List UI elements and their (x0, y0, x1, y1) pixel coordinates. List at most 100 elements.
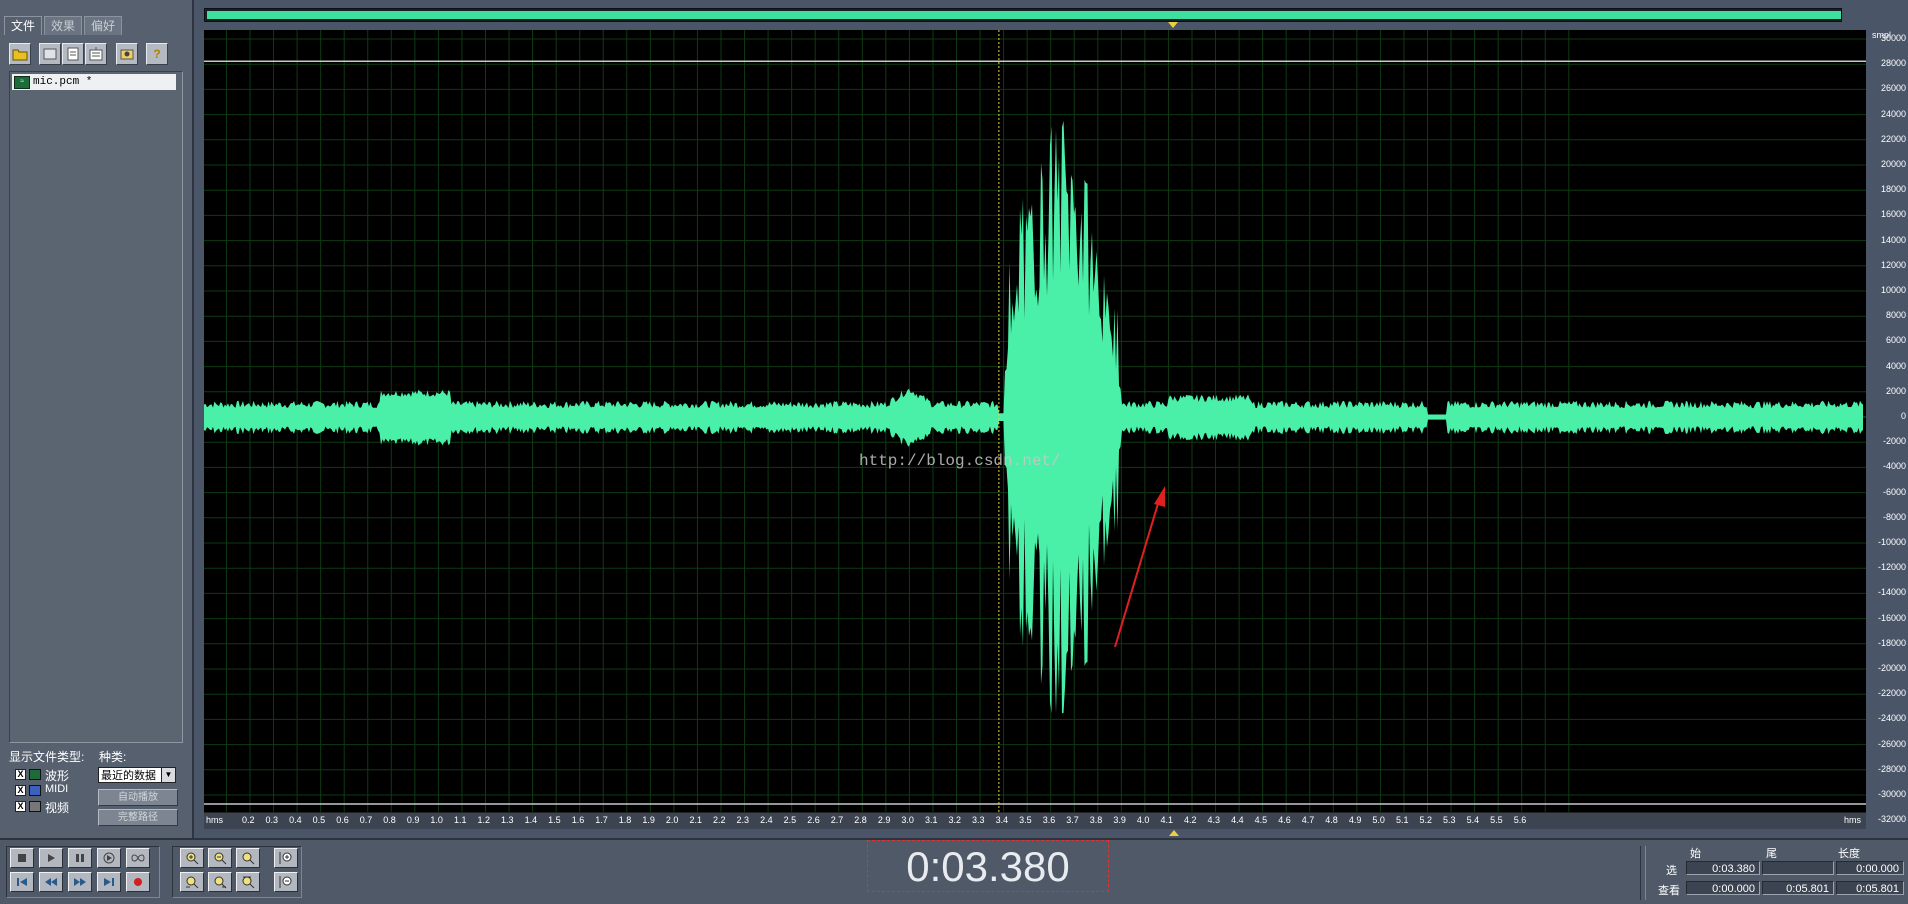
open-file-icon[interactable] (39, 43, 61, 65)
time-display: 0:03.380 (867, 840, 1109, 892)
auto-play-button[interactable]: 自动播放 (98, 789, 178, 806)
x-tick-label: 4.5 (1254, 815, 1268, 825)
zoom-in-icon[interactable] (180, 848, 204, 868)
rewind-icon[interactable] (39, 872, 63, 892)
go-end-icon[interactable] (97, 872, 121, 892)
help-icon[interactable]: ? (146, 43, 168, 65)
select-start-field[interactable]: 0:03.380 (1686, 861, 1760, 875)
file-panel: 文件 效果 偏好 ? ≈ mic.pcm * 显示文件类型: 种类: X 波形 … (0, 0, 194, 838)
midi-checkbox[interactable]: X (15, 785, 26, 796)
col-start-header: 始 (1690, 848, 1701, 860)
x-tick-label: 4.3 (1207, 815, 1221, 825)
x-tick-label: 3.4 (995, 815, 1009, 825)
category-select[interactable]: 最近的数据 ▼ (98, 767, 176, 783)
view-length-field[interactable]: 0:05.801 (1836, 881, 1904, 895)
y-tick-label: 2000 (1885, 385, 1906, 396)
select-length-field[interactable]: 0:00.000 (1836, 861, 1904, 875)
waveform-icon (29, 769, 41, 780)
record-icon[interactable] (126, 872, 150, 892)
zoom-out-right-icon[interactable] (208, 872, 232, 892)
y-tick-label: 20000 (1880, 159, 1906, 169)
tab-effects[interactable]: 效果 (44, 16, 83, 35)
x-tick-label: 2.8 (854, 815, 867, 825)
waveform-signal (204, 120, 1863, 714)
play-icon[interactable] (39, 848, 63, 868)
select-end-field[interactable] (1762, 861, 1834, 875)
x-tick-label: 3.5 (1019, 815, 1032, 825)
x-tick-label: 1.2 (477, 815, 491, 825)
zoom-in-vertical-icon[interactable] (274, 848, 298, 868)
cursor-top-marker[interactable] (1168, 22, 1178, 28)
insert-icon[interactable] (116, 43, 138, 65)
y-tick-label: -24000 (1877, 713, 1906, 724)
y-tick-label: 6000 (1885, 335, 1906, 346)
open-folder-icon[interactable] (9, 43, 31, 65)
play-to-end-icon[interactable] (97, 848, 121, 868)
list-item[interactable]: ≈ mic.pcm * (12, 74, 176, 90)
y-tick-label: 0 (1900, 411, 1906, 421)
overview-bar[interactable] (204, 8, 1842, 22)
zoom-full-icon[interactable] (236, 848, 260, 868)
x-tick-label: 2.2 (713, 815, 726, 825)
category-select-value: 最近的数据 (101, 770, 156, 782)
go-start-icon[interactable] (10, 872, 34, 892)
overview-range[interactable] (207, 11, 1841, 19)
view-start-field[interactable]: 0:00.000 (1686, 881, 1760, 895)
full-path-button[interactable]: 完整路径 (98, 809, 178, 826)
x-tick-label: 5.1 (1395, 815, 1409, 825)
y-tick-label: 26000 (1880, 83, 1906, 94)
x-tick-label: 5.2 (1419, 815, 1433, 825)
x-tick-label: 3.9 (1113, 815, 1126, 825)
y-tick-label: 30000 (1880, 33, 1906, 43)
y-tick-label: 8000 (1885, 310, 1906, 321)
y-tick-label: -14000 (1877, 587, 1906, 598)
x-tick-label: 5.3 (1443, 815, 1456, 825)
y-tick-label: -2000 (1882, 436, 1906, 447)
x-tick-label: 2.7 (830, 815, 844, 825)
time-ruler[interactable]: hms hms 0.2 0.3 0.4 0.5 0.6 0.7 0.8 0.9 1.0 1.1 1.… (204, 812, 1866, 829)
waveform-file-icon: ≈ (14, 75, 30, 89)
waveform-canvas[interactable] (204, 30, 1866, 821)
video-checkbox[interactable]: X (15, 801, 26, 812)
tab-file[interactable]: 文件 (4, 16, 43, 35)
cursor-bottom-marker[interactable] (1169, 830, 1179, 836)
fast-forward-icon[interactable] (68, 872, 92, 892)
x-tick-label: 0.4 (289, 815, 302, 825)
zoom-out-vertical-icon[interactable] (274, 872, 298, 892)
chevron-down-icon[interactable]: ▼ (161, 768, 175, 782)
tab-preferences[interactable]: 偏好 (84, 16, 123, 35)
view-end-field[interactable]: 0:05.801 (1762, 881, 1834, 895)
x-tick-label: 2.1 (689, 815, 702, 825)
x-tick-label: 1.9 (642, 815, 655, 825)
x-tick-label: 0.2 (242, 815, 255, 825)
x-tick-label: 4.6 (1278, 815, 1291, 825)
loop-icon[interactable] (126, 848, 150, 868)
y-tick-label: 22000 (1880, 133, 1906, 144)
pause-icon[interactable] (68, 848, 92, 868)
close-all-icon[interactable] (85, 43, 107, 65)
y-tick-label: -26000 (1877, 738, 1906, 749)
x-tick-label: 2.9 (877, 815, 891, 825)
stop-icon[interactable] (10, 848, 34, 868)
y-tick-label: -32000 (1877, 814, 1906, 825)
zoom-in-left-icon[interactable] (180, 872, 204, 892)
zoom-out-icon[interactable] (208, 848, 232, 868)
file-name: mic.pcm * (33, 76, 93, 88)
x-tick-label: 3.3 (972, 815, 985, 825)
x-tick-label: 4.8 (1325, 815, 1338, 825)
waveform-display[interactable]: http://blog.csdn.net/ (204, 30, 1866, 821)
midi-icon (29, 785, 41, 796)
x-tick-label: 0.9 (406, 815, 420, 825)
x-tick-label: 1.7 (595, 815, 608, 825)
x-tick-label: 4.9 (1348, 815, 1362, 825)
panel-tabs: 文件 效果 偏好 (4, 16, 123, 36)
y-tick-label: -8000 (1882, 511, 1906, 522)
waveform-checkbox[interactable]: X (15, 769, 26, 780)
close-file-icon[interactable] (62, 43, 84, 65)
annotation-arrow-head (1154, 486, 1165, 507)
x-tick-label: 2.0 (665, 815, 679, 825)
row-select-label: 选 (1666, 865, 1677, 877)
y-tick-label: 10000 (1880, 285, 1906, 295)
zoom-selection-icon[interactable] (236, 872, 260, 892)
x-tick-label: 1.8 (618, 815, 632, 825)
